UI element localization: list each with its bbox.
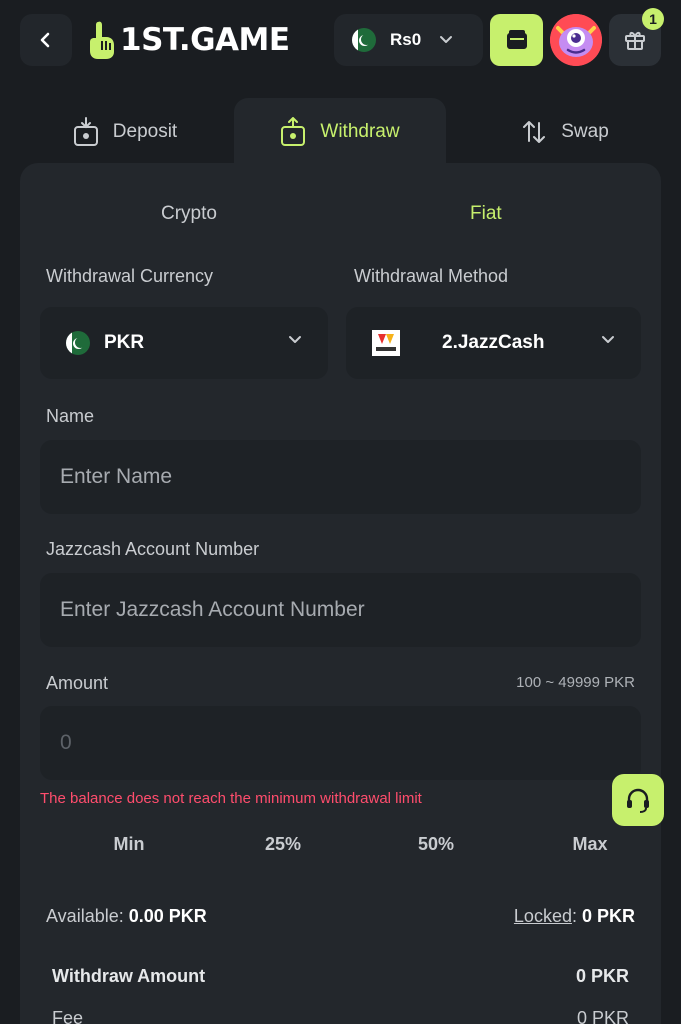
withdraw-amount-value: 0 PKR xyxy=(575,966,629,986)
withdraw-panel: Crypto Fiat Withdrawal Currency Withdraw… xyxy=(20,163,661,1024)
currency-select[interactable]: PKR xyxy=(40,307,328,379)
chevron-down-icon xyxy=(289,336,301,343)
available-value: 0.00 PKR xyxy=(128,906,207,926)
method-label: Withdrawal Method xyxy=(354,266,509,286)
quick-max-button[interactable]: Max xyxy=(540,825,640,863)
logo-text: 1ST.GAME xyxy=(120,22,290,58)
amount-range: 100 ~ 49999 PKR xyxy=(516,674,635,691)
balance-value: Rs0 xyxy=(390,30,422,49)
pakistan-flag-icon xyxy=(352,28,376,52)
chevron-down-icon xyxy=(602,336,614,343)
amount-input[interactable] xyxy=(60,731,641,755)
account-number-input[interactable] xyxy=(60,598,641,622)
error-message: The balance does not reach the minimum w… xyxy=(40,790,422,807)
deposit-icon xyxy=(73,117,99,147)
locked-value: 0 PKR xyxy=(581,906,635,926)
headset-icon xyxy=(627,788,649,813)
amount-label: Amount xyxy=(46,673,109,693)
locked-balance: Locked: 0 PKR xyxy=(513,906,635,926)
quick-min-button[interactable]: Min xyxy=(79,825,179,863)
name-input[interactable] xyxy=(60,465,641,489)
withdraw-icon xyxy=(280,117,306,147)
subtab-crypto[interactable]: Crypto xyxy=(161,203,217,225)
gift-badge: 1 xyxy=(642,8,664,30)
currency-value: PKR xyxy=(104,332,145,353)
top-bar: 1ST.GAME Rs0 1 xyxy=(0,0,681,82)
tab-withdraw[interactable]: Withdraw xyxy=(234,98,446,166)
pakistan-flag-icon xyxy=(66,331,90,355)
support-button[interactable] xyxy=(612,774,664,826)
avatar[interactable] xyxy=(550,14,602,66)
name-field[interactable] xyxy=(40,440,641,514)
available-label: Available: xyxy=(46,906,124,926)
fee-value: 0 PKR xyxy=(576,1008,629,1024)
withdraw-amount-label: Withdraw Amount xyxy=(52,966,206,986)
tab-swap-label: Swap xyxy=(561,121,609,142)
tab-deposit-label: Deposit xyxy=(112,121,178,142)
jazzcash-logo-icon xyxy=(372,330,400,356)
main-tabs: Deposit Withdraw Swap xyxy=(20,98,661,166)
wallet-icon xyxy=(506,30,527,49)
quick-25-button[interactable]: 25% xyxy=(233,825,333,863)
name-label: Name xyxy=(46,406,95,426)
locked-link[interactable]: Locked xyxy=(514,906,572,926)
amount-field[interactable] xyxy=(40,706,641,780)
hand-logo-icon xyxy=(90,21,114,59)
wallet-button[interactable] xyxy=(490,14,543,66)
gift-icon xyxy=(625,32,645,50)
withdraw-amount-row: Withdraw Amount 0 PKR xyxy=(52,966,629,987)
monster-avatar-icon xyxy=(550,14,602,66)
quick-50-button[interactable]: 50% xyxy=(386,825,486,863)
account-field[interactable] xyxy=(40,573,641,647)
currency-balance-selector[interactable]: Rs0 xyxy=(334,14,483,66)
subtab-fiat[interactable]: Fiat xyxy=(470,203,502,225)
tab-deposit[interactable]: Deposit xyxy=(50,98,200,166)
method-value: 2.JazzCash xyxy=(442,332,545,353)
available-balance: Available: 0.00 PKR xyxy=(46,906,207,927)
swap-icon xyxy=(521,119,547,145)
subtabs: Crypto Fiat xyxy=(20,193,661,237)
tab-swap[interactable]: Swap xyxy=(490,98,640,166)
back-button[interactable] xyxy=(20,14,72,66)
method-select[interactable]: 2.JazzCash xyxy=(346,307,641,379)
chevron-down-icon xyxy=(440,36,453,43)
tab-withdraw-label: Withdraw xyxy=(320,121,400,142)
currency-label: Withdrawal Currency xyxy=(46,266,214,286)
account-label: Jazzcash Account Number xyxy=(46,539,260,559)
fee-label: Fee xyxy=(52,1008,84,1024)
logo[interactable]: 1ST.GAME xyxy=(86,18,290,62)
back-arrow-icon xyxy=(40,32,50,48)
fee-row: Fee 0 PKR xyxy=(52,1008,629,1024)
quick-amount-row: Min 25% 50% Max xyxy=(40,825,641,863)
